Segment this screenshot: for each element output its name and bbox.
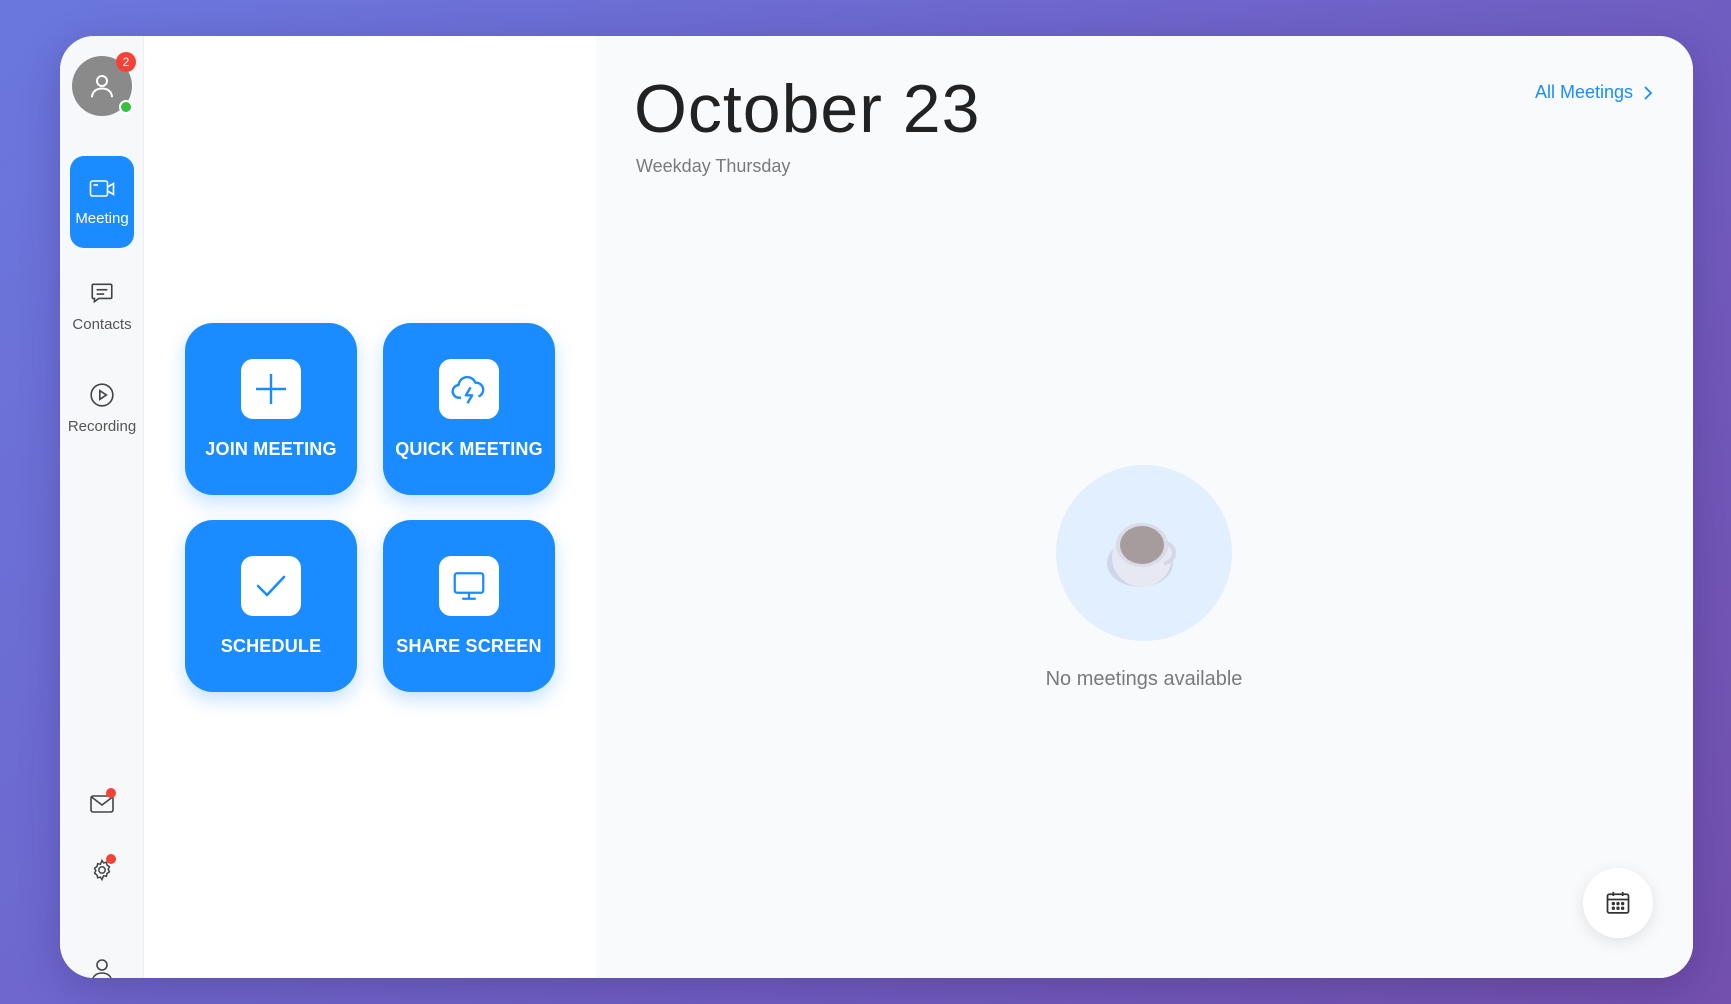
tile-label: SHARE SCREEN <box>396 636 542 656</box>
calendar-button[interactable] <box>1583 868 1653 938</box>
tile-label: SCHEDULE <box>220 636 322 656</box>
schedule-button[interactable]: SCHEDULE <box>185 520 357 692</box>
video-camera-icon <box>89 179 115 197</box>
play-circle-icon <box>90 382 114 407</box>
tile-label: JOIN MEETING <box>205 439 337 459</box>
avatar[interactable]: 2 <box>72 52 136 116</box>
user-icon <box>92 959 112 978</box>
tile-icon-box <box>439 556 499 616</box>
tile-icon-box <box>439 359 499 419</box>
sidebar-item-recording[interactable]: Recording <box>67 362 137 454</box>
online-status-dot <box>119 100 133 114</box>
sidebar-item-label: Meeting <box>75 209 129 227</box>
app-window: 2 Meeting Contacts Recording JOIN MEETIN… <box>60 36 1693 978</box>
mail-button[interactable] <box>86 788 118 820</box>
chevron-right-icon <box>1644 85 1653 100</box>
quick-meeting-button[interactable]: QUICK MEETING <box>383 323 555 495</box>
main-content: October 23 Weekday Thursday All Meetings… <box>596 36 1693 978</box>
profile-button[interactable] <box>86 954 118 978</box>
cloud-lightning-icon <box>451 376 485 404</box>
join-meeting-button[interactable]: JOIN MEETING <box>185 323 357 495</box>
calendar-icon <box>1606 891 1630 914</box>
sidebar-item-meeting[interactable]: Meeting <box>70 156 134 248</box>
share-screen-button[interactable]: SHARE SCREEN <box>383 520 555 692</box>
coffee-cup-icon <box>1107 523 1176 587</box>
user-avatar-icon <box>91 75 113 98</box>
sidebar: 2 Meeting Contacts Recording <box>60 36 144 978</box>
settings-alert-dot <box>106 854 116 864</box>
weekday-subtitle: Weekday Thursday <box>636 156 791 176</box>
chat-icon <box>91 283 113 303</box>
sidebar-item-label: Contacts <box>72 315 132 333</box>
check-icon <box>256 575 286 597</box>
mail-unread-dot <box>106 788 116 798</box>
sidebar-item-label: Recording <box>67 417 137 435</box>
sidebar-item-contacts[interactable]: Contacts <box>70 260 134 352</box>
settings-button[interactable] <box>86 854 118 886</box>
empty-state-illustration <box>1056 465 1232 641</box>
tile-icon-box <box>241 556 301 616</box>
empty-state-text: No meetings available <box>1045 668 1243 690</box>
plus-icon <box>256 374 286 404</box>
all-meetings-label: All Meetings <box>1534 82 1633 102</box>
tile-icon-box <box>241 359 301 419</box>
quick-actions-panel: JOIN MEETING QUICK MEETING SCHEDULE SHAR… <box>144 36 596 978</box>
tile-label: QUICK MEETING <box>395 439 543 459</box>
monitor-icon <box>453 572 485 600</box>
notification-badge: 2 <box>116 52 136 72</box>
all-meetings-link[interactable]: All Meetings <box>1535 82 1653 103</box>
page-title: October 23 <box>634 71 981 147</box>
